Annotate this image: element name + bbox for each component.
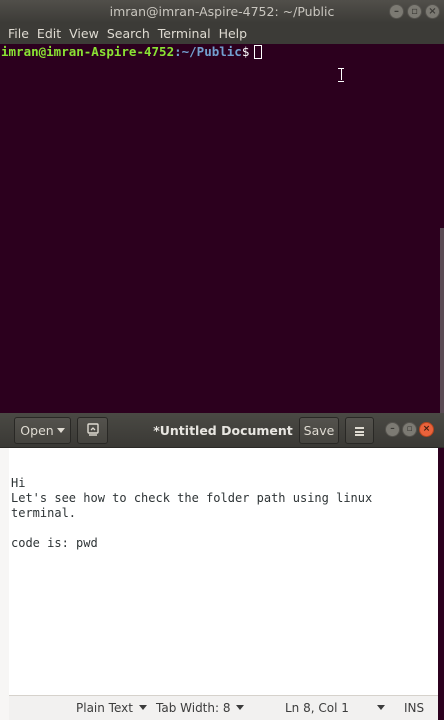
close-icon[interactable]: ×	[419, 422, 434, 437]
gedit-window-controls: – ▫ ×	[385, 422, 434, 437]
editor-line: code is: pwd	[11, 536, 98, 550]
menu-button[interactable]	[345, 417, 374, 444]
language-selector[interactable]: Plain Text	[76, 696, 147, 720]
tab-width-selector[interactable]: Tab Width: 8	[156, 696, 245, 720]
editor-line: Hi	[11, 476, 26, 490]
background-edge	[438, 448, 444, 720]
maximize-icon[interactable]: ▫	[402, 422, 417, 437]
close-icon[interactable]: ×	[425, 4, 440, 19]
menu-help[interactable]: Help	[215, 23, 252, 44]
menu-file[interactable]: File	[4, 23, 33, 44]
new-tab-button[interactable]	[77, 417, 108, 444]
editor-line: terminal.	[11, 506, 77, 520]
chevron-down-icon	[56, 428, 65, 433]
chevron-down-icon	[138, 705, 147, 710]
prompt-path: :~/Public	[174, 44, 242, 59]
chevron-down-icon	[236, 705, 245, 710]
text-editor-area[interactable]: Hi Let's see how to check the folder pat…	[9, 448, 438, 695]
menu-edit[interactable]: Edit	[33, 23, 65, 44]
save-button[interactable]: Save	[299, 417, 339, 444]
minimize-icon[interactable]: –	[389, 4, 404, 19]
open-label: Open	[20, 423, 54, 438]
cursor-position-selector[interactable]: Ln 8, Col 1	[285, 696, 385, 720]
terminal-titlebar[interactable]: imran@imran-Aspire-4752: ~/Public – ▫ ×	[0, 0, 444, 23]
gedit-window: Open *Untitled Document 1 Save – ▫ × Hi …	[0, 413, 444, 720]
insert-mode-indicator: INS	[404, 701, 425, 715]
menu-terminal[interactable]: Terminal	[154, 23, 215, 44]
document-title: *Untitled Document 1	[153, 423, 293, 473]
prompt-user-host: imran@imran-Aspire-4752	[1, 44, 175, 59]
prompt-line: imran@imran-Aspire-4752:~/Public$	[1, 44, 444, 60]
document-plus-icon	[86, 423, 99, 436]
language-label: Plain Text	[76, 701, 133, 715]
terminal-title: imran@imran-Aspire-4752: ~/Public	[109, 4, 335, 19]
terminal-menubar: File Edit View Search Terminal Help	[0, 23, 444, 44]
menu-search[interactable]: Search	[103, 23, 154, 44]
window-edge	[0, 413, 9, 720]
terminal-output-area[interactable]: imran@imran-Aspire-4752:~/Public$	[0, 44, 444, 413]
tab-width-label: Tab Width: 8	[156, 701, 231, 715]
terminal-scrollbar[interactable]	[440, 228, 444, 413]
editor-line: Let's see how to check the folder path u…	[11, 491, 373, 505]
hamburger-icon	[355, 427, 364, 436]
editor-blank-line	[11, 448, 438, 476]
cursor-position-label: Ln 8, Col 1	[285, 701, 349, 715]
prompt-sign: $	[241, 44, 250, 59]
mouse-ibeam-cursor-icon	[338, 68, 344, 82]
minimize-icon[interactable]: –	[385, 422, 400, 437]
maximize-icon[interactable]: ▫	[407, 4, 422, 19]
terminal-window: imran@imran-Aspire-4752: ~/Public – ▫ × …	[0, 0, 444, 413]
menu-view[interactable]: View	[65, 23, 103, 44]
terminal-window-controls: – ▫ ×	[389, 4, 440, 19]
gedit-statusbar: Plain Text Tab Width: 8 Ln 8, Col 1 INS	[9, 695, 438, 720]
gedit-headerbar[interactable]: Open *Untitled Document 1 Save – ▫ ×	[0, 413, 444, 473]
chevron-down-icon	[376, 705, 385, 710]
open-button[interactable]: Open	[14, 417, 71, 444]
text-cursor	[254, 45, 263, 59]
